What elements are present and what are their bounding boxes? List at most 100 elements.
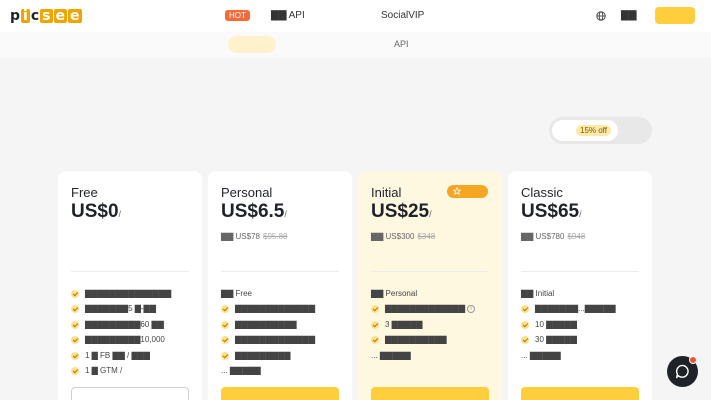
nav-socialvip-link[interactable]: SocialVIP [381,10,424,22]
yearly-amount: ▇▇ US$300 [371,232,415,241]
logo-letter: e [68,8,82,24]
check-icon [521,320,529,329]
feature-text: ▇▇▇▇▇▇▇▇▇▇▇▇▇ [235,304,315,314]
check-icon [71,289,79,298]
list-item: ▇▇▇▇▇▇▇▇▇60 ▇▇ [71,317,195,333]
list-item: ▇▇▇▇▇▇▇▇▇▇ [371,333,495,349]
chat-bubble-icon [675,364,689,379]
logo-letter: i [21,8,30,24]
chat-widget-button[interactable] [667,356,698,387]
price-amount: US$6.5 [221,201,285,222]
feature-text: ▇▇▇▇▇▇▇5 ▇-▇▇ [85,304,156,314]
yearly-price: ▇▇ US$78 $95.88 [221,232,287,241]
feature-text: ▇▇▇▇▇▇▇▇▇▇▇▇▇▇ [85,288,172,298]
info-icon[interactable]: i [466,305,475,314]
toggle-knob-yearly[interactable]: 15% off [552,120,618,141]
feature-text: 1 ▇ GTM / [85,366,123,376]
feature-text: 10 ▇▇▇▇▇ [535,319,577,329]
language-selector[interactable]: ▇▇ [621,10,636,21]
list-item: ▇▇▇▇▇▇▇▇▇10,000 [71,333,195,349]
plan-card-personal: Personal US$6.5/ ▇▇ US$78 $95.88 ▇▇ Free … [208,171,352,400]
select-classic-button[interactable] [521,387,639,400]
feature-text: ▇▇▇▇▇▇▇▇▇10,000 [85,335,165,345]
picsee-logo[interactable]: p i c s e e [10,8,82,24]
top-navigation-bar: p i c s e e HOT ▇▇ API SocialVIP ▇▇ [0,0,711,32]
list-item: ▇▇▇▇▇▇▇▇▇ [221,348,345,364]
original-price: $348 [417,232,436,241]
feature-list: ▇▇ Initial ▇▇▇▇▇▇▇...▇▇▇▇▇ 10 ▇▇▇▇▇ 30 ▇… [521,286,645,364]
billing-period-toggle[interactable]: 15% off [549,117,652,144]
plan-name: Classic [521,185,563,200]
price-period: / [284,209,287,219]
price-period: / [118,209,122,219]
plan-card-free: Free US$0/ ▇▇▇▇▇▇▇▇▇▇▇▇▇▇ ▇▇▇▇▇▇▇5 ▇-▇▇ … [58,171,202,400]
list-item: ▇▇▇▇▇▇▇▇▇▇ [221,317,345,333]
select-personal-button[interactable] [221,387,339,400]
check-icon [371,336,379,345]
select-initial-button[interactable] [371,387,489,400]
feature-text: ▇▇▇▇▇▇▇...▇▇▇▇▇ [535,304,616,314]
subnav-api-tab[interactable]: API [394,39,409,49]
nav-api-link[interactable]: ▇▇ API [271,10,305,22]
includes-label: ▇▇ Free [221,288,252,298]
feature-list: ▇▇ Free ▇▇▇▇▇▇▇▇▇▇▇▇▇ ▇▇▇▇▇▇▇▇▇▇ ▇▇▇▇▇▇▇… [221,286,345,379]
list-item: 1 ▇ FB ▇▇ / ▇▇▇ [71,348,195,364]
plan-name: Free [71,185,98,200]
feature-text: ▇▇▇▇▇▇▇▇▇ [235,350,291,360]
feature-text: 30 ▇▇▇▇▇ [535,335,577,345]
original-price: $948 [567,232,586,241]
star-icon [452,186,462,196]
plan-card-classic: Classic US$65/ ▇▇ US$780 $948 ▇▇ Initial … [508,171,652,400]
divider [521,271,639,272]
divider [221,271,339,272]
notification-dot [689,356,697,364]
check-icon [221,336,229,345]
subnav-active-tab[interactable] [228,36,276,53]
includes-label: ▇▇ Personal [371,288,418,298]
more-features-link[interactable]: ... ▇▇▇▇▇ [521,348,645,364]
check-icon [371,320,379,329]
plan-price: US$65/ [521,201,582,223]
plan-price: US$25/ [371,201,432,223]
more-features-link[interactable]: ... ▇▇▇▇▇ [371,348,495,364]
price-amount: US$65 [521,201,580,222]
feature-text: ▇▇▇▇▇▇▇▇▇▇▇▇▇ [385,304,465,314]
original-price: $95.88 [263,232,288,241]
list-item: ▇▇▇▇▇▇▇▇▇▇▇▇▇▇ [71,286,195,302]
plan-name: Initial [371,185,402,200]
list-item: ▇▇▇▇▇▇▇...▇▇▇▇▇ [521,302,645,318]
yearly-amount: ▇▇ US$78 [221,232,260,241]
feature-list: ▇▇▇▇▇▇▇▇▇▇▇▇▇▇ ▇▇▇▇▇▇▇5 ▇-▇▇ ▇▇▇▇▇▇▇▇▇60… [71,286,195,379]
select-free-button[interactable] [71,387,189,400]
list-item: ▇▇▇▇▇▇▇▇▇▇▇▇▇ [221,333,345,349]
hot-badge[interactable]: HOT [225,10,250,21]
feature-text: ▇▇▇▇▇▇▇▇▇▇▇▇▇ [235,335,315,345]
sub-navigation-bar [0,32,711,58]
list-item: 10 ▇▇▇▇▇ [521,317,645,333]
globe-icon[interactable] [596,11,606,21]
includes-label: ▇▇ Initial [521,288,555,298]
check-icon [71,351,79,360]
feature-text: 3 ▇▇▇▇▇ [385,319,423,329]
more-features-link[interactable]: ... ▇▇▇▇▇ [221,364,345,380]
check-icon [71,336,79,345]
check-icon [71,305,79,314]
list-item: ▇▇▇▇▇▇▇▇▇▇▇▇▇ i [371,302,495,318]
feature-list: ▇▇ Personal ▇▇▇▇▇▇▇▇▇▇▇▇▇ i 3 ▇▇▇▇▇ ▇▇▇▇▇… [371,286,495,364]
discount-badge: 15% off [576,125,611,136]
list-item: 3 ▇▇▇▇▇ [371,317,495,333]
feature-text: 1 ▇ FB ▇▇ / ▇▇▇ [85,350,150,360]
check-icon [221,351,229,360]
logo-letter: s [40,8,53,24]
plan-price: US$0/ [71,201,121,223]
list-item: ▇▇▇▇▇▇▇▇▇▇▇▇▇ [221,302,345,318]
login-button[interactable] [655,7,695,24]
price-period: / [579,209,582,219]
check-icon [521,336,529,345]
list-item: 30 ▇▇▇▇▇ [521,333,645,349]
feature-text: ▇▇▇▇▇▇▇▇▇▇ [235,319,297,329]
logo-letter: c [30,8,40,24]
divider [71,271,189,272]
price-period: / [429,209,432,219]
logo-letter: e [53,8,67,24]
